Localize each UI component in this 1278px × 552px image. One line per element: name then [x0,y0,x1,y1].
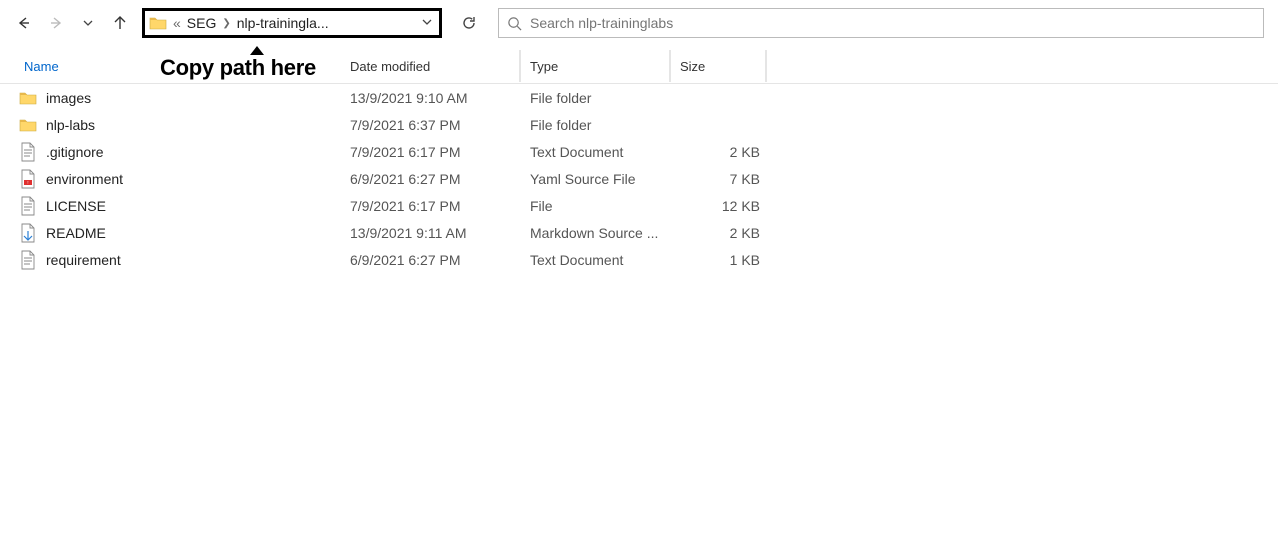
file-row[interactable]: requirement 6/9/2021 6:27 PM Text Document… [0,246,1278,273]
file-date: 7/9/2021 6:37 PM [350,117,520,133]
column-header-date[interactable]: Date modified [340,50,520,82]
file-type: Yaml Source File [530,171,670,187]
file-row[interactable]: LICENSE 7/9/2021 6:17 PM File12 KB [0,192,1278,219]
file-date: 13/9/2021 9:10 AM [350,90,520,106]
column-header-size[interactable]: Size [670,50,766,82]
yaml-icon: ! [18,169,38,189]
file-name: .gitignore [46,144,336,160]
file-row[interactable]: images 13/9/2021 9:10 AM File folder [0,84,1278,111]
nav-back-button[interactable] [10,9,38,37]
nav-forward-button[interactable] [42,9,70,37]
file-row[interactable]: README 13/9/2021 9:11 AM Markdown Source .… [0,219,1278,246]
refresh-button[interactable] [452,8,486,38]
folder-icon [18,115,38,135]
file-row[interactable]: .gitignore 7/9/2021 6:17 PM Text Document2… [0,138,1278,165]
folder-icon [149,14,167,32]
refresh-icon [461,15,477,31]
file-date: 7/9/2021 6:17 PM [350,198,520,214]
file-name: nlp-labs [46,117,336,133]
breadcrumb-prefix: « [173,15,181,31]
file-name: environment [46,171,336,187]
search-box[interactable] [498,8,1264,38]
file-size: 1 KB [670,252,760,268]
file-name: LICENSE [46,198,336,214]
breadcrumb-seg[interactable]: nlp-trainingla... [237,15,329,31]
nav-up-button[interactable] [106,9,134,37]
file-name: images [46,90,336,106]
annotation-label: Copy path here [160,55,316,81]
toolbar: « SEG ❯ nlp-trainingla... [0,0,1278,42]
file-date: 7/9/2021 6:17 PM [350,144,520,160]
txt-icon [18,142,38,162]
file-date: 6/9/2021 6:27 PM [350,171,520,187]
file-row[interactable]: nlp-labs 7/9/2021 6:37 PM File folder [0,111,1278,138]
file-date: 6/9/2021 6:27 PM [350,252,520,268]
search-icon [507,16,522,31]
breadcrumb-seg[interactable]: SEG [187,15,217,31]
file-size: 12 KB [670,198,760,214]
arrow-left-icon [16,15,32,31]
file-type: File folder [530,117,670,133]
recent-locations-button[interactable] [74,9,102,37]
file-icon [18,196,38,216]
txt-icon [18,250,38,270]
file-type: Text Document [530,252,670,268]
file-name: README [46,225,336,241]
search-input[interactable] [530,15,1255,31]
file-list: images13/9/2021 9:10 AMFile foldernlp-la… [0,84,1278,273]
folder-icon [18,88,38,108]
file-size: 7 KB [670,171,760,187]
file-date: 13/9/2021 9:11 AM [350,225,520,241]
arrow-right-icon [48,15,64,31]
chevron-down-icon [83,18,93,28]
file-type: Text Document [530,144,670,160]
chevron-down-icon [422,17,432,27]
file-name: requirement [46,252,336,268]
column-header-type[interactable]: Type [520,50,670,82]
file-type: File [530,198,670,214]
arrow-up-icon [112,15,128,31]
file-size: 2 KB [670,144,760,160]
chevron-right-icon[interactable]: ❯ [222,18,230,29]
address-dropdown[interactable] [419,17,435,30]
file-type: File folder [530,90,670,106]
file-row[interactable]: ! environment 6/9/2021 6:27 PM Yaml Source … [0,165,1278,192]
file-size: 2 KB [670,225,760,241]
address-bar[interactable]: « SEG ❯ nlp-trainingla... [142,8,442,38]
file-type: Markdown Source ... [530,225,670,241]
svg-text:!: ! [27,180,28,185]
md-icon [18,223,38,243]
